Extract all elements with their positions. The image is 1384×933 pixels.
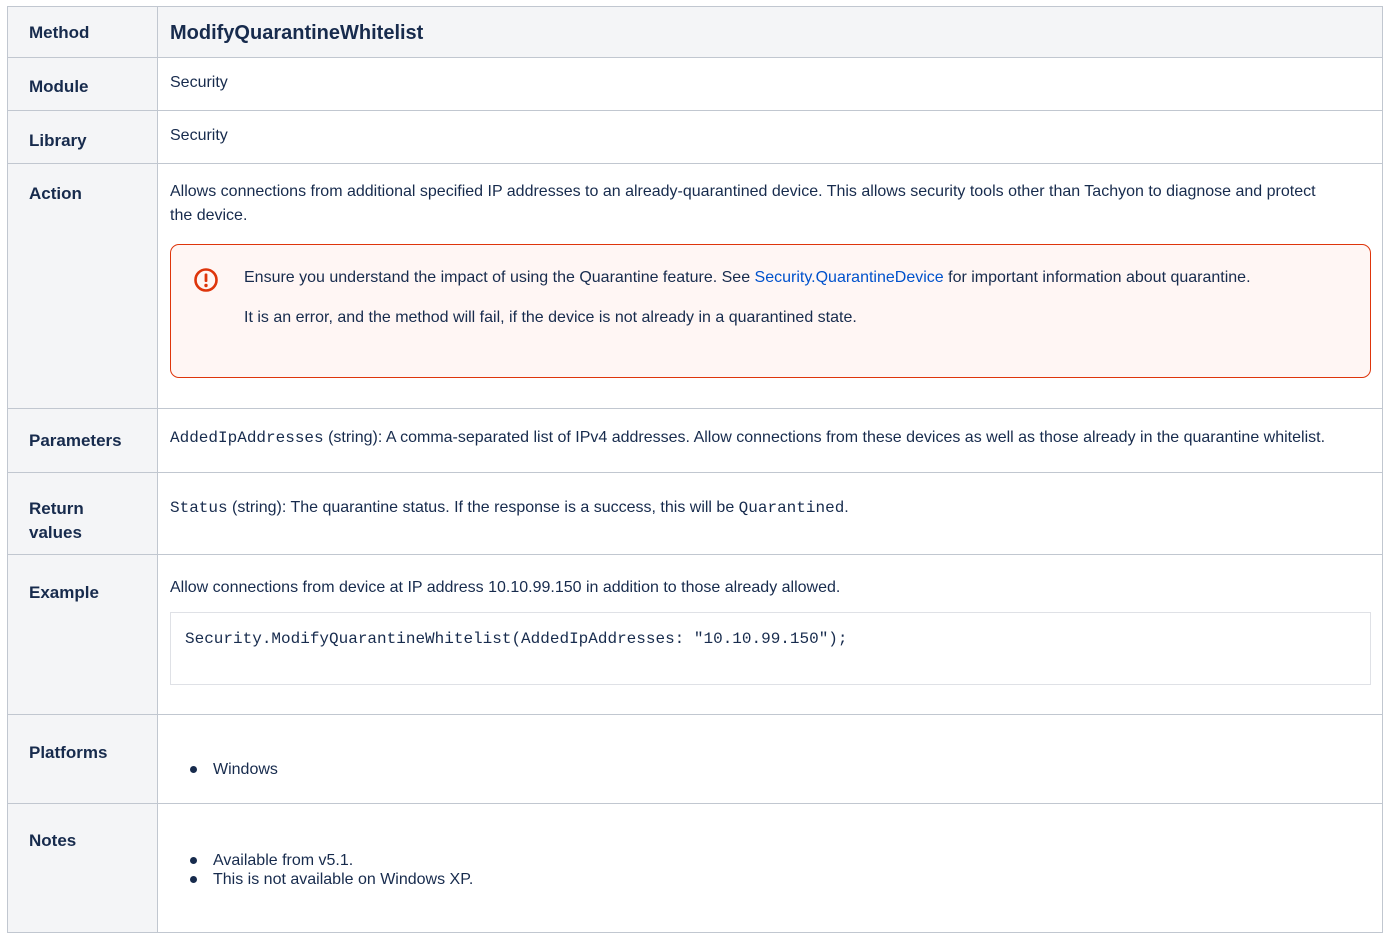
row-method: Method ModifyQuarantineWhitelist (7, 6, 1383, 58)
platforms-value-cell: Windows (157, 714, 1383, 804)
library-value: Security (170, 127, 228, 144)
platforms-label: Platforms (7, 714, 158, 804)
list-item: This is not available on Windows XP. (170, 870, 473, 889)
row-return-values: Return values Status (string): The quara… (7, 472, 1383, 555)
action-label: Action (7, 163, 158, 409)
module-label: Module (7, 57, 158, 111)
method-name: ModifyQuarantineWhitelist (170, 22, 424, 44)
code-block: Security.ModifyQuarantineWhitelist(Added… (170, 612, 1371, 685)
return-values-value-cell: Status (string): The quarantine status. … (157, 472, 1383, 555)
platforms-list: Windows (170, 760, 278, 779)
return-values-text: Status (string): The quarantine status. … (170, 496, 1342, 520)
param-description: (string): A comma-separated list of IPv4… (323, 429, 1326, 446)
param-name: AddedIpAddresses (170, 429, 324, 447)
return-end: . (844, 499, 849, 516)
notes-value-cell: Available from v5.1. This is not availab… (157, 803, 1383, 933)
list-item: Windows (170, 760, 278, 779)
notes-label: Notes (7, 803, 158, 933)
module-value: Security (170, 74, 228, 91)
example-text: Allow connections from device at IP addr… (170, 579, 841, 596)
example-value-cell: Allow connections from device at IP addr… (157, 554, 1383, 715)
error-icon (194, 268, 218, 292)
library-label: Library (7, 110, 158, 164)
module-value-cell: Security (157, 57, 1383, 111)
parameters-text: AddedIpAddresses (string): A comma-separ… (170, 427, 1342, 449)
method-value-cell: ModifyQuarantineWhitelist (157, 6, 1383, 58)
row-example: Example Allow connections from device at… (7, 554, 1383, 715)
warning-text: Ensure you understand the impact of usin… (244, 266, 1346, 330)
warning-text-before: Ensure you understand the impact of usin… (244, 269, 755, 286)
return-values-label: Return values (7, 472, 158, 555)
code-line: Security.ModifyQuarantineWhitelist(Added… (185, 630, 848, 648)
method-label: Method (7, 6, 158, 58)
row-action: Action Allows connections from additiona… (7, 163, 1383, 409)
warning-panel: Ensure you understand the impact of usin… (170, 244, 1371, 378)
library-value-cell: Security (157, 110, 1383, 164)
return-description: (string): The quarantine status. If the … (227, 499, 739, 516)
warning-second-paragraph: It is an error, and the method will fail… (244, 309, 857, 326)
parameters-value-cell: AddedIpAddresses (string): A comma-separ… (157, 408, 1383, 473)
row-module: Module Security (7, 57, 1383, 111)
row-platforms: Platforms Windows (7, 714, 1383, 804)
notes-list: Available from v5.1. This is not availab… (170, 851, 473, 889)
return-name: Status (170, 499, 228, 517)
warning-text-after: for important information about quaranti… (943, 269, 1251, 286)
example-label: Example (7, 554, 158, 715)
list-item: Available from v5.1. (170, 851, 473, 870)
quarantine-device-link[interactable]: Security.QuarantineDevice (755, 269, 944, 286)
row-parameters: Parameters AddedIpAddresses (string): A … (7, 408, 1383, 473)
parameters-label: Parameters (7, 408, 158, 473)
action-value-cell: Allows connections from additional speci… (157, 163, 1383, 409)
row-notes: Notes Available from v5.1. This is not a… (7, 803, 1383, 933)
return-value: Quarantined (738, 499, 845, 517)
action-text: Allows connections from additional speci… (170, 183, 1316, 224)
row-library: Library Security (7, 110, 1383, 164)
warning-paragraph: Ensure you understand the impact of usin… (244, 266, 1346, 290)
